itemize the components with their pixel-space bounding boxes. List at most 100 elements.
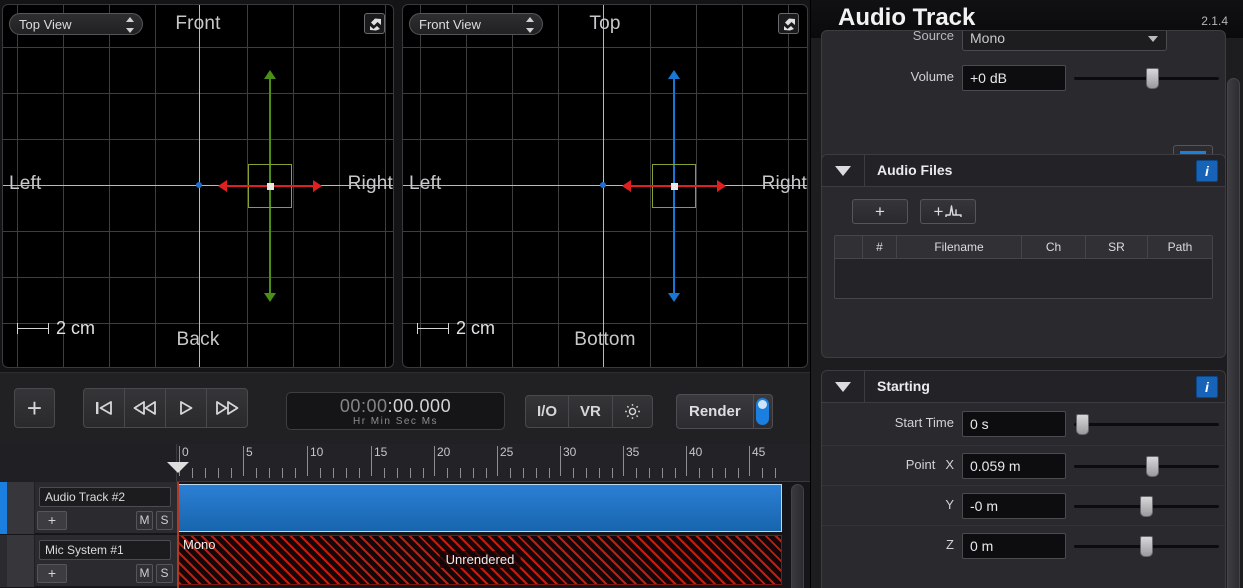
add-waveform-button[interactable]: +: [920, 199, 976, 224]
view-selector-front[interactable]: Front View: [409, 13, 543, 35]
point-x-slider[interactable]: [1074, 456, 1219, 477]
track-mute-button[interactable]: M: [136, 511, 153, 530]
slider-knob[interactable]: [1076, 414, 1089, 435]
track-drag-handle[interactable]: [7, 482, 35, 534]
scale-bar-label: 2 cm: [456, 318, 496, 338]
info-icon[interactable]: i: [1196, 376, 1218, 398]
play-button[interactable]: [165, 388, 207, 428]
render-button[interactable]: Render: [676, 394, 754, 429]
settings-button[interactable]: [611, 395, 653, 428]
track-add-button[interactable]: +: [37, 564, 67, 583]
audio-files-header[interactable]: Audio Files i: [822, 155, 1225, 187]
fast-forward-button[interactable]: [206, 388, 248, 428]
source-row: Source Mono: [822, 31, 1225, 55]
slider-knob[interactable]: [1140, 496, 1153, 517]
track-mute-button[interactable]: M: [136, 564, 153, 583]
gizmo-center-handle[interactable]: [671, 183, 678, 190]
rewind-button[interactable]: [124, 388, 166, 428]
view-selector-top[interactable]: Top View: [9, 13, 143, 35]
start-time-field[interactable]: 0 s: [962, 411, 1066, 437]
point-z-label: Z: [822, 537, 954, 552]
axis-label-x: X: [945, 457, 954, 472]
render-control: Render: [676, 394, 773, 429]
gizmo-y-arrow-down: [264, 293, 276, 302]
column-header-select: [835, 236, 863, 259]
plus-icon: +: [26, 393, 43, 423]
volume-label: Volume: [910, 69, 954, 84]
track-mute-solo-group: M S: [136, 511, 173, 530]
gizmo-center-handle[interactable]: [267, 183, 274, 190]
timecode-hours: 00: [339, 396, 361, 416]
io-vr-group: I/O VR: [525, 395, 653, 428]
point-z-slider[interactable]: [1074, 536, 1219, 557]
axis-label-y: Y: [945, 497, 954, 512]
track-header-audio-track-2[interactable]: Audio Track #2 + M S: [0, 482, 177, 534]
scrollbar-thumb[interactable]: [791, 484, 804, 588]
slider-knob[interactable]: [1146, 456, 1159, 477]
track-name-field[interactable]: Mic System #1: [39, 540, 171, 560]
timecode-display[interactable]: 00:00:00.000 Hr Min Sec Ms: [286, 392, 505, 430]
rewind-icon: [133, 401, 156, 415]
volume-slider[interactable]: [1074, 68, 1219, 89]
audio-files-table[interactable]: # Filename Ch SR Path: [834, 235, 1213, 299]
volume-field[interactable]: +0 dB: [962, 65, 1066, 91]
render-toggle[interactable]: [753, 394, 773, 429]
viewport-top-view[interactable]: Front Back Left Right Top View 2 cm: [2, 4, 394, 368]
column-header-ch: Ch: [1022, 236, 1086, 259]
column-header-number: #: [863, 236, 897, 259]
timecode-seconds: 00: [393, 396, 415, 416]
point-y-slider[interactable]: [1074, 496, 1219, 517]
source-dropdown[interactable]: Mono: [962, 31, 1167, 51]
add-file-button[interactable]: +: [852, 199, 908, 224]
point-y-field[interactable]: -0 m: [962, 493, 1066, 519]
playhead-line: [177, 482, 179, 588]
ruler-tick-label: 15: [374, 445, 388, 459]
ruler-tick-label: 30: [563, 445, 577, 459]
vr-button[interactable]: VR: [568, 395, 613, 428]
plus-icon: +: [875, 202, 885, 221]
collapse-triangle-icon[interactable]: [835, 382, 851, 392]
starting-header[interactable]: Starting i: [822, 371, 1225, 403]
scrollbar-thumb[interactable]: [1227, 78, 1240, 588]
clip-area: Mono Unrendered: [178, 482, 788, 588]
gizmo-z-arrow-down: [668, 293, 680, 302]
audio-clip[interactable]: [178, 484, 782, 532]
expand-viewport-button[interactable]: [778, 13, 799, 34]
view-selector-value: Top View: [19, 17, 72, 32]
add-track-button[interactable]: +: [14, 388, 55, 428]
track-add-button[interactable]: +: [37, 511, 67, 530]
app-window: Front Back Left Right Top View 2 cm Top …: [0, 0, 1243, 588]
slider-knob[interactable]: [1146, 68, 1159, 89]
collapse-triangle-icon[interactable]: [835, 166, 851, 176]
waveform-icon: [945, 205, 963, 217]
track-header-mic-system-1[interactable]: Mic System #1 + M S: [0, 535, 177, 587]
viewport-front-view[interactable]: Top Bottom Left Right Front View 2 cm: [402, 4, 808, 368]
point-x-field[interactable]: 0.059 m: [962, 453, 1066, 479]
inspector-panel: Audio Track 2.1.4 Source Mono Volume +0 …: [810, 0, 1243, 588]
chevron-updown-icon: [125, 17, 134, 33]
clip-channel-label: Mono: [183, 537, 216, 552]
track-drag-handle[interactable]: [7, 535, 35, 587]
slider-knob[interactable]: [1140, 536, 1153, 557]
track-solo-button[interactable]: S: [156, 511, 173, 530]
transport-button-group: [83, 388, 248, 428]
track-select-indicator: [0, 535, 7, 587]
starting-card: Starting i Start Time 0 s Point X 0.059 m: [821, 370, 1226, 588]
track-name-field[interactable]: Audio Track #2: [39, 487, 171, 507]
expand-viewport-button[interactable]: [364, 13, 385, 34]
timeline-ruler[interactable]: 0 5 10 15 20 25 30 35 40 45: [0, 444, 810, 482]
point-x-label: Point X: [822, 457, 954, 472]
timeline-vertical-scrollbar[interactable]: [789, 484, 806, 588]
skip-to-start-button[interactable]: [83, 388, 125, 428]
info-icon[interactable]: i: [1196, 160, 1218, 182]
point-z-field[interactable]: 0 m: [962, 533, 1066, 559]
track-solo-button[interactable]: S: [156, 564, 173, 583]
inspector-vertical-scrollbar[interactable]: [1225, 78, 1242, 588]
unrendered-clip[interactable]: Mono Unrendered: [178, 535, 782, 585]
play-icon: [180, 401, 193, 415]
start-time-slider[interactable]: [1074, 414, 1219, 435]
vr-label: VR: [580, 403, 601, 420]
scale-bar-top-view: 2 cm: [17, 318, 95, 339]
io-button[interactable]: I/O: [525, 395, 570, 428]
left-workspace: Front Back Left Right Top View 2 cm Top …: [0, 0, 810, 588]
